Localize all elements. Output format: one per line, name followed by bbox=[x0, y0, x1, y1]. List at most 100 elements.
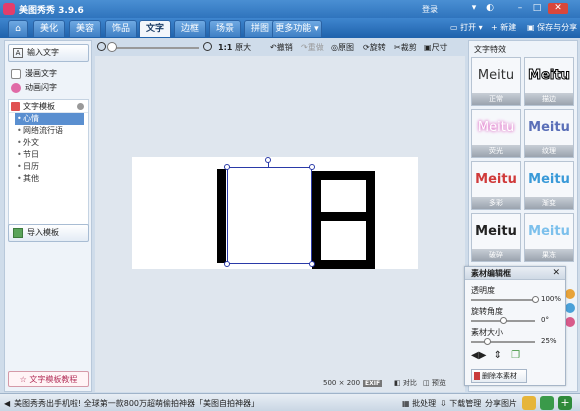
opacity-label: 透明度 bbox=[471, 286, 495, 295]
template-item-waiwen[interactable]: 外文 bbox=[9, 137, 88, 149]
preview-button[interactable]: ◫ 预览 bbox=[423, 378, 446, 388]
effect-preview: Meitu bbox=[475, 224, 517, 239]
batch-label: 批处理 bbox=[412, 399, 437, 408]
image-canvas[interactable] bbox=[132, 157, 418, 269]
save-icon: ▣ bbox=[527, 23, 535, 32]
resize-handle-bl[interactable] bbox=[224, 261, 230, 267]
opacity-slider-thumb[interactable] bbox=[531, 296, 539, 303]
image-size-readout: 500 × 200 bbox=[323, 378, 360, 388]
original-icon: ◎ bbox=[331, 43, 338, 52]
layer-icon[interactable] bbox=[565, 303, 575, 313]
template-header[interactable]: 文字模板 bbox=[9, 100, 88, 113]
template-item-qita[interactable]: 其他 bbox=[9, 173, 88, 185]
login-link[interactable]: 登录 bbox=[422, 4, 438, 15]
minimize-icon[interactable]: – bbox=[514, 3, 526, 14]
resize-handle-tr[interactable] bbox=[309, 164, 315, 170]
flip-vertical-icon[interactable]: ⇕ bbox=[494, 350, 502, 361]
delete-material-button[interactable]: 删除本素材 bbox=[471, 369, 527, 383]
effect-broken[interactable]: Meitu 破碎 bbox=[471, 213, 521, 262]
lock-icon[interactable] bbox=[565, 289, 575, 299]
effect-normal[interactable]: Meitu 正常 bbox=[471, 57, 521, 106]
tab-more[interactable]: 更多功能 ▾ bbox=[272, 20, 322, 37]
share-image-button[interactable]: 分享图片 bbox=[485, 398, 517, 409]
effect-stroke[interactable]: Meitu 描边 bbox=[524, 57, 574, 106]
rotation-slider-thumb[interactable] bbox=[499, 317, 507, 324]
rotate-handle[interactable] bbox=[265, 157, 271, 163]
resize-handle-tl[interactable] bbox=[224, 164, 230, 170]
open-button[interactable]: ▭ 打开 ▾ bbox=[450, 21, 483, 35]
original-button[interactable]: ◎原图 bbox=[331, 42, 354, 54]
close-icon[interactable]: ✕ bbox=[552, 267, 560, 280]
template-tutorial-link[interactable]: ☆ 文字模板教程 bbox=[8, 371, 89, 387]
opacity-slider[interactable] bbox=[471, 299, 535, 301]
tab-meirong[interactable]: 美容 bbox=[69, 20, 101, 37]
home-tab[interactable]: ⌂ bbox=[8, 20, 28, 37]
template-item-rili[interactable]: 日历 bbox=[9, 161, 88, 173]
ratio-label: 1:1 bbox=[218, 43, 233, 52]
star-icon[interactable] bbox=[522, 396, 536, 410]
comic-bubble-icon bbox=[11, 69, 21, 79]
copy-icon[interactable]: ❐ bbox=[511, 350, 520, 361]
tab-biankuang[interactable]: 边框 bbox=[174, 20, 206, 37]
zoom-slider[interactable] bbox=[109, 47, 199, 49]
exif-badge[interactable]: EXIF bbox=[363, 378, 383, 388]
tab-meihua[interactable]: 美化 bbox=[33, 20, 65, 37]
rotate-label: 旋转 bbox=[369, 43, 386, 52]
flip-horizontal-icon[interactable]: ◀▶ bbox=[471, 350, 486, 361]
trash-icon bbox=[474, 372, 480, 380]
text-selection-box[interactable] bbox=[227, 167, 312, 264]
news-ticker[interactable]: 美图秀秀出手机啦! 全球第一款800万超萌偷拍神器「美图自拍神器」 bbox=[14, 398, 259, 409]
plus-icon[interactable]: + bbox=[558, 396, 572, 410]
zoom-in-icon[interactable] bbox=[203, 42, 212, 51]
delete-material-label: 删除本素材 bbox=[482, 372, 517, 380]
effect-gradient[interactable]: Meitu 渐变 bbox=[524, 161, 574, 210]
close-icon[interactable]: ✕ bbox=[548, 3, 568, 14]
input-text-button[interactable]: A 输入文字 bbox=[8, 44, 89, 62]
compare-button[interactable]: ◧ 对比 bbox=[394, 378, 417, 388]
rotate-button[interactable]: ⟳旋转 bbox=[363, 42, 386, 54]
preview-label: 预览 bbox=[431, 379, 446, 387]
resize-handle-br[interactable] bbox=[309, 261, 315, 267]
leaf-icon[interactable] bbox=[540, 396, 554, 410]
speaker-icon: ◀ bbox=[4, 399, 11, 408]
save-button[interactable]: ▣ 保存与分享 bbox=[527, 21, 577, 35]
tab-shipin[interactable]: 饰品 bbox=[105, 20, 137, 37]
import-template-button[interactable]: 导入模板 bbox=[8, 224, 89, 242]
import-icon bbox=[13, 228, 23, 238]
redo-button[interactable]: ↷重做 bbox=[301, 42, 324, 54]
template-item-xinqing[interactable]: 心情 bbox=[15, 113, 84, 125]
tab-changjing[interactable]: 场景 bbox=[209, 20, 241, 37]
size-slider-thumb[interactable] bbox=[483, 338, 491, 345]
animation-text-item[interactable]: 动画闪字 bbox=[11, 82, 57, 94]
ratio-button[interactable]: 1:1 原大 bbox=[218, 42, 251, 54]
zoom-out-icon[interactable] bbox=[97, 42, 106, 51]
material-tools: ◀▶ ⇕ ❐ bbox=[471, 350, 520, 362]
new-button[interactable]: + 新建 bbox=[491, 21, 516, 35]
download-manager-button[interactable]: ⇩ 下载管理 bbox=[440, 398, 481, 409]
template-item-jieri[interactable]: 节日 bbox=[9, 149, 88, 161]
effect-caption: 纹理 bbox=[525, 145, 573, 157]
effect-glow[interactable]: Meitu 荧光 bbox=[471, 109, 521, 158]
effect-jelly[interactable]: Meitu 果冻 bbox=[524, 213, 574, 262]
zoom-slider-thumb[interactable] bbox=[107, 42, 117, 52]
batch-button[interactable]: ▦ 批处理 bbox=[402, 398, 436, 409]
effect-texture[interactable]: Meitu 纹理 bbox=[524, 109, 574, 158]
skin-icon[interactable]: ◐ bbox=[484, 3, 496, 14]
size-icon: ▣ bbox=[424, 43, 432, 52]
left-panel: A 输入文字 漫画文字 动画闪字 文字模板 心情 网络流行语 外文 节日 日历 … bbox=[4, 40, 92, 392]
effect-colorful[interactable]: Meitu 多彩 bbox=[471, 161, 521, 210]
effect-preview: Meitu bbox=[528, 172, 570, 187]
maximize-icon[interactable]: □ bbox=[531, 3, 543, 14]
template-item-wangluo[interactable]: 网络流行语 bbox=[9, 125, 88, 137]
menu-icon[interactable]: ▾ bbox=[468, 3, 480, 14]
tab-wenzi[interactable]: 文字 bbox=[139, 20, 171, 37]
collapse-icon[interactable] bbox=[77, 103, 84, 110]
size-button[interactable]: ▣尺寸 bbox=[424, 42, 448, 54]
folder-icon: ▭ bbox=[450, 23, 458, 32]
undo-button[interactable]: ↶撤销 bbox=[270, 42, 293, 54]
rotation-label: 旋转角度 bbox=[471, 307, 503, 316]
crop-button[interactable]: ✂裁剪 bbox=[394, 42, 417, 54]
size-slider[interactable] bbox=[471, 341, 535, 343]
manhua-text-item[interactable]: 漫画文字 bbox=[11, 68, 57, 80]
color-icon[interactable] bbox=[565, 317, 575, 327]
